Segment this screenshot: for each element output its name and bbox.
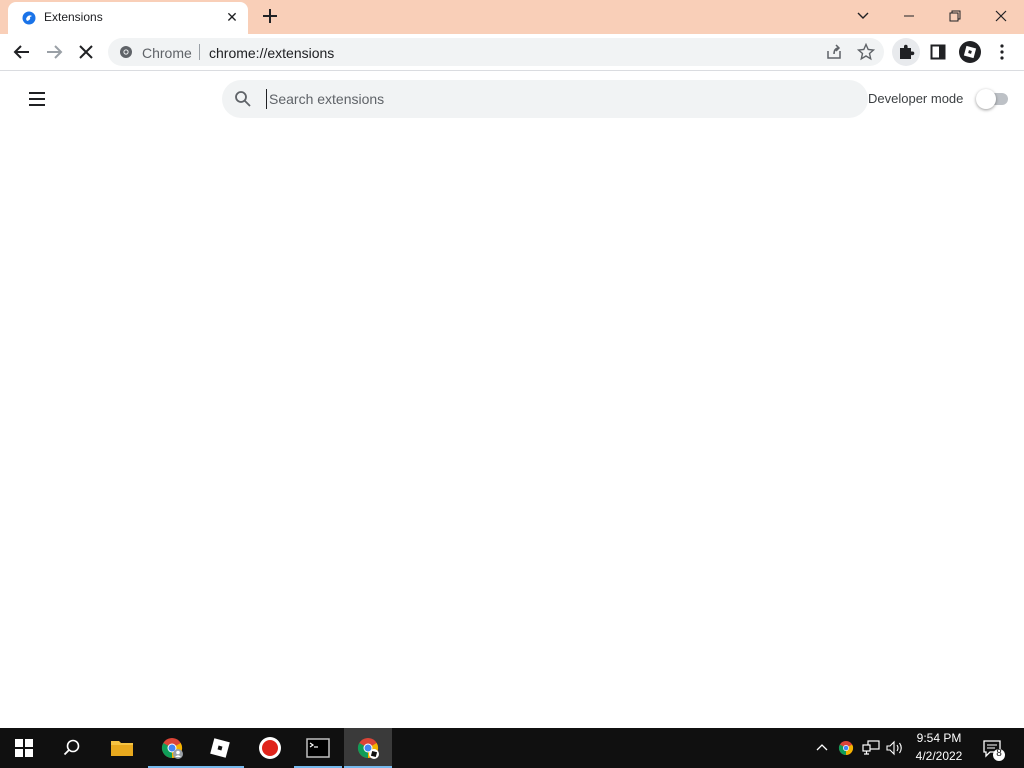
- omnibox-separator: [199, 44, 200, 60]
- clock-time[interactable]: 9:54 PM: [908, 731, 970, 745]
- tab-extensions[interactable]: Extensions ✕: [8, 2, 248, 34]
- terminal-icon[interactable]: [294, 728, 342, 768]
- taskbar-search-icon[interactable]: [48, 728, 96, 768]
- developer-mode-label: Developer mode: [868, 91, 964, 106]
- clock-date[interactable]: 4/2/2022: [908, 749, 970, 763]
- profile-avatar-icon[interactable]: [956, 38, 984, 66]
- search-input[interactable]: [266, 89, 849, 109]
- chrome-taskbar-icon[interactable]: [344, 728, 392, 768]
- side-panel-icon[interactable]: [924, 38, 952, 66]
- file-explorer-icon[interactable]: [98, 728, 146, 768]
- tab-close-icon[interactable]: ✕: [224, 8, 240, 26]
- chrome-site-icon[interactable]: [119, 45, 133, 59]
- tab-search-chevron-icon[interactable]: [840, 0, 886, 32]
- developer-mode-toggle-knob[interactable]: [976, 89, 996, 109]
- kebab-menu-icon[interactable]: [988, 38, 1016, 66]
- close-window-icon[interactable]: [978, 0, 1024, 32]
- stop-loading-icon[interactable]: [72, 38, 100, 66]
- notifications-icon[interactable]: 8: [980, 736, 1006, 762]
- minimize-icon[interactable]: [886, 0, 932, 32]
- bookmark-star-icon[interactable]: [852, 38, 880, 66]
- back-arrow-icon[interactable]: [8, 38, 36, 66]
- tab-title: Extensions: [44, 10, 103, 24]
- chrome-profile-taskbar-icon[interactable]: [148, 728, 196, 768]
- show-hidden-icons-chevron-icon[interactable]: [814, 740, 830, 756]
- omnibox-chip-label: Chrome: [142, 45, 192, 61]
- network-icon[interactable]: [862, 740, 880, 756]
- notifications-count: 8: [996, 748, 1002, 759]
- screen-recorder-icon[interactable]: [246, 728, 294, 768]
- windows-start-icon[interactable]: [0, 728, 48, 768]
- forward-arrow-icon[interactable]: [40, 38, 68, 66]
- chrome-tray-icon[interactable]: [838, 740, 854, 756]
- share-icon[interactable]: [820, 38, 848, 66]
- restore-icon[interactable]: [932, 0, 978, 32]
- roblox-icon[interactable]: [196, 728, 244, 768]
- search-icon: [235, 91, 251, 107]
- volume-icon[interactable]: [886, 740, 904, 756]
- omnibox-url[interactable]: chrome://extensions: [209, 45, 334, 61]
- extensions-favicon-icon: [22, 11, 36, 25]
- hamburger-menu-icon[interactable]: [24, 86, 50, 112]
- new-tab-plus-icon[interactable]: [258, 4, 282, 28]
- extensions-puzzle-icon[interactable]: [892, 38, 920, 66]
